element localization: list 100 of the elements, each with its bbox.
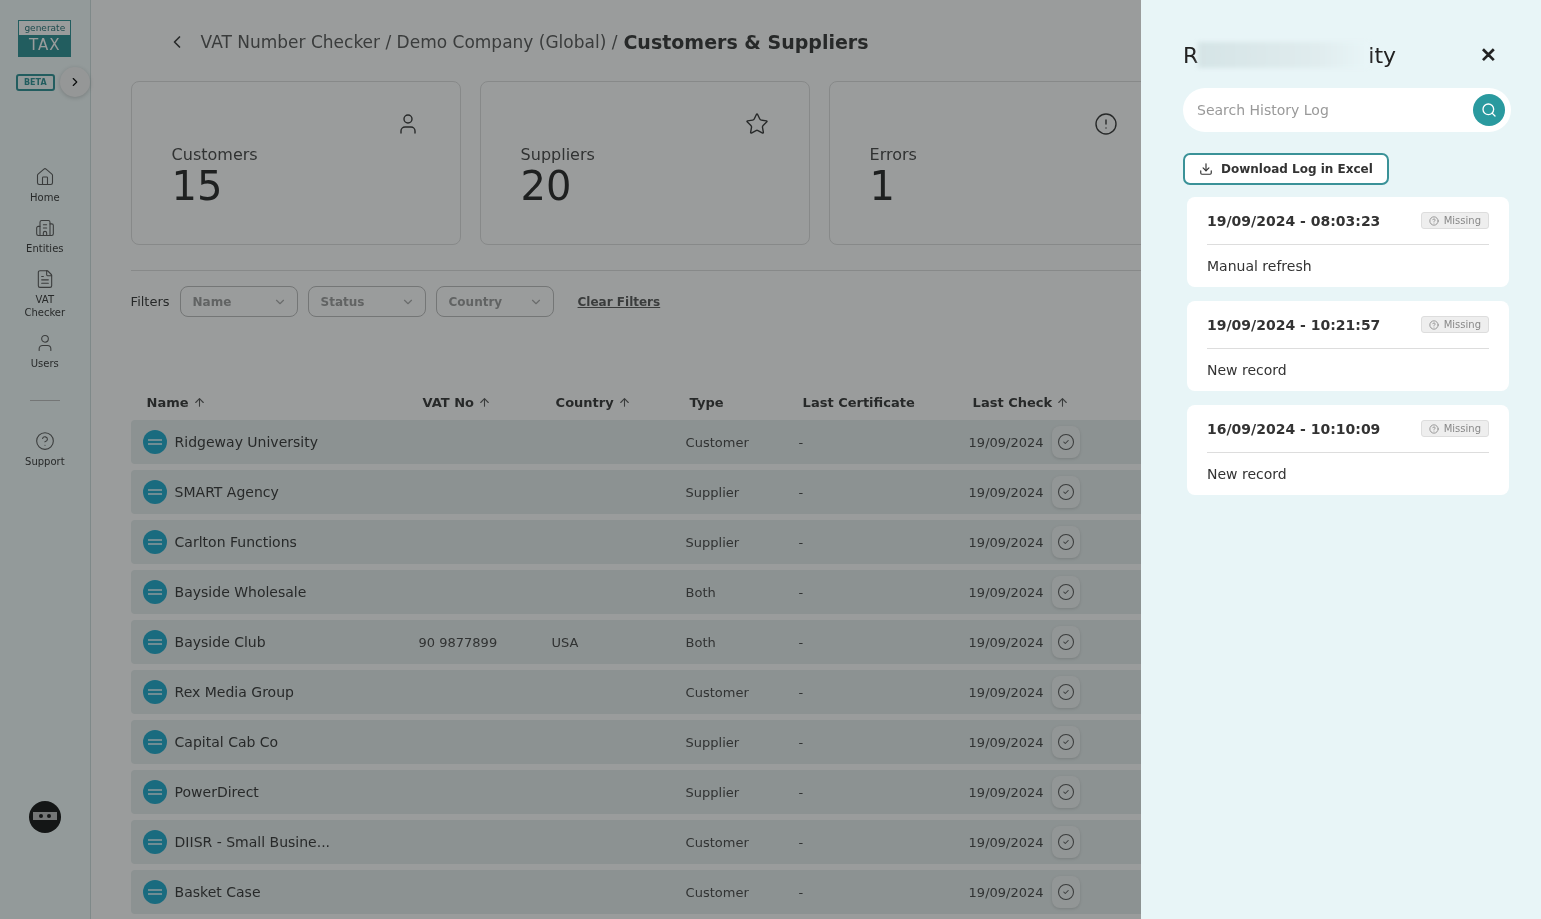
log-timestamp: 19/09/2024 - 08:03:23 [1207, 212, 1381, 229]
table-cell: SMART Agency [174, 484, 279, 500]
nav-item[interactable]: VAT Checker [14, 269, 75, 319]
check-button[interactable] [1051, 626, 1080, 658]
check-button[interactable] [1051, 726, 1080, 758]
search-button[interactable] [1473, 94, 1505, 126]
check-icon [1056, 533, 1075, 551]
table-cell-text: Customer [685, 834, 750, 850]
expand-button[interactable] [59, 67, 90, 97]
table-cell-text: Supplier [685, 734, 741, 750]
stat-value: 20 [520, 164, 573, 208]
check-button[interactable] [1051, 526, 1080, 558]
clear-filters-link[interactable]: Clear Filters [577, 294, 661, 309]
column-header[interactable]: Last Check [972, 394, 1141, 410]
table-row[interactable]: Rex Media Group Customer - 19/09/2024 [130, 670, 1141, 714]
table-cell-text: - [798, 784, 805, 800]
log-description: Manual refresh [1207, 257, 1313, 276]
table-cell: 19/09/2024 [968, 584, 1044, 600]
check-icon [1056, 833, 1075, 851]
close-button[interactable]: ✕ [1480, 43, 1497, 67]
help-icon [34, 431, 55, 451]
filters-label: Filters [130, 294, 170, 309]
table-cell-text: - [798, 734, 805, 750]
logo-icon [142, 880, 167, 904]
table-row[interactable]: DIISR - Small Busine... Customer - 19/09/2024 [130, 820, 1141, 864]
stat-value: 1 [869, 164, 897, 208]
table-cell: Capital Cab Co [174, 734, 279, 750]
table-row[interactable]: Basket Case Customer - 19/09/2024 [130, 870, 1141, 914]
check-button[interactable] [1051, 876, 1080, 908]
check-button[interactable] [1051, 826, 1080, 858]
table-cell-text: 90 9877899 [418, 634, 499, 650]
table-row[interactable]: Bayside Club 90 9877899 USA Both - 19/09/2024 [130, 620, 1141, 664]
nav-item[interactable]: Entities [14, 218, 75, 255]
table-row[interactable]: Capital Cab Co Supplier - 19/09/2024 [130, 720, 1141, 764]
sort-arrow-icon [1056, 395, 1070, 409]
table-cell: 19/09/2024 [968, 784, 1044, 800]
table-cell: Rex Media Group [174, 684, 294, 700]
star-icon [744, 112, 769, 136]
home-icon [34, 167, 55, 187]
table-cell: 19/09/2024 [968, 884, 1044, 900]
table-cell: 19/09/2024 [968, 484, 1044, 500]
table-row[interactable]: SMART Agency Supplier - 19/09/2024 [130, 470, 1141, 514]
avatar-icon[interactable] [28, 801, 61, 833]
check-icon [1056, 433, 1075, 451]
check-button[interactable] [1051, 476, 1080, 508]
log-timestamp: 16/09/2024 - 10:10:09 [1207, 420, 1381, 437]
logo-text: TAX [19, 35, 71, 56]
nav-item[interactable]: Support [14, 431, 75, 468]
search-field[interactable]: Search History Log [1195, 101, 1473, 119]
table-cell: DIISR - Small Busine... [174, 834, 331, 850]
check-button[interactable] [1051, 426, 1080, 458]
check-button[interactable] [1051, 776, 1080, 808]
logo-icon [142, 580, 167, 604]
status-badge: Missing [1420, 212, 1489, 229]
question-icon [1428, 319, 1439, 330]
logo-icon [142, 530, 167, 554]
table-cell: Carlton Functions [174, 534, 297, 550]
sort-arrow-icon [192, 395, 206, 409]
table-cell-text: Both [685, 634, 717, 650]
download-button[interactable]: Download Log in Excel [1183, 153, 1389, 185]
column-header[interactable]: Country [555, 394, 690, 410]
stat-label: Customers [171, 145, 259, 164]
stat-label: Errors [869, 145, 918, 164]
table-row[interactable]: PowerDirect Supplier - 19/09/2024 [130, 770, 1141, 814]
column-header: Last Certificate [802, 394, 916, 410]
logo-icon [142, 680, 167, 704]
column-header[interactable]: Name [146, 394, 423, 410]
table-cell-text: - [798, 484, 805, 500]
check-button[interactable] [1051, 576, 1080, 608]
logo-icon [142, 730, 167, 754]
stat-label: Suppliers [520, 145, 596, 164]
table-cell-text: - [798, 884, 805, 900]
question-icon [1428, 423, 1439, 434]
nav-item[interactable]: Home [14, 167, 75, 204]
stat-value: 15 [171, 164, 224, 208]
search-bar[interactable]: Search History Log [1183, 88, 1511, 132]
table-row[interactable]: Carlton Functions Supplier - 19/09/2024 [130, 520, 1141, 564]
alert-icon [1093, 112, 1118, 136]
column-header[interactable]: VAT No [422, 394, 556, 410]
table-cell-text: Supplier [685, 484, 741, 500]
beta-badge: BETA [16, 73, 55, 91]
panel-title: R [1183, 42, 1199, 68]
table-cell-text: - [798, 634, 805, 650]
table-cell: Bayside Club [174, 634, 266, 650]
sort-arrow-icon [478, 395, 492, 409]
column-header: Type [689, 394, 725, 410]
table-cell: 19/09/2024 [968, 684, 1044, 700]
table-cell-text: Customer [685, 884, 750, 900]
table-cell-text: Customer [685, 684, 750, 700]
logo-text: generate [19, 21, 71, 35]
table-row[interactable]: Bayside Wholesale Both - 19/09/2024 [130, 570, 1141, 614]
check-button[interactable] [1051, 676, 1080, 708]
log-description: New record [1207, 465, 1288, 484]
table-cell-text: - [798, 534, 805, 550]
table-row[interactable]: Ridgeway University Customer - 19/09/2024 [130, 420, 1141, 464]
nav-item[interactable]: Users [14, 333, 75, 370]
download-icon [1199, 162, 1213, 176]
table-cell: 19/09/2024 [968, 634, 1044, 650]
check-icon [1056, 683, 1075, 701]
question-icon [1428, 215, 1439, 226]
